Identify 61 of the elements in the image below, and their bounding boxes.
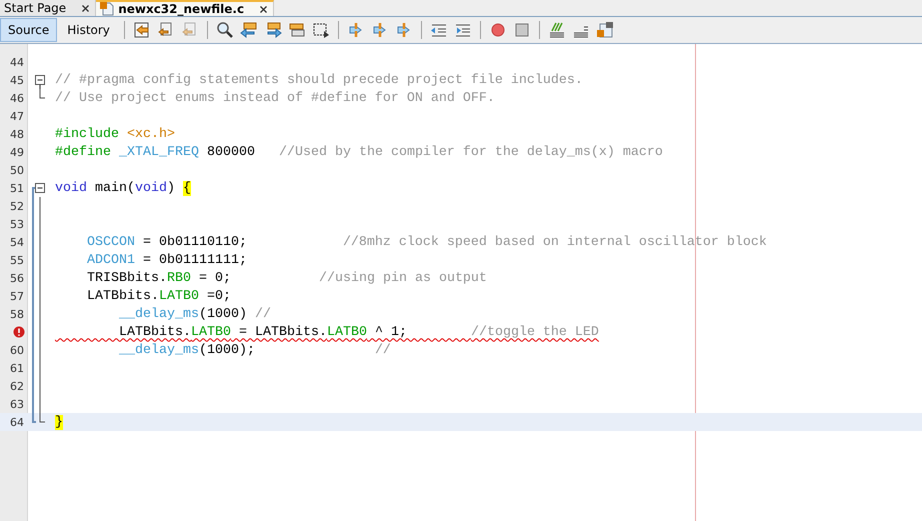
line-number: 57 bbox=[9, 290, 25, 302]
line-number: 46 bbox=[9, 92, 25, 104]
code-line: ADCON1 = 0b01111111; bbox=[86, 252, 247, 268]
code-line: void main(void) { bbox=[55, 180, 191, 196]
toggle-highlight-icon[interactable] bbox=[288, 21, 306, 39]
header-file-icon[interactable] bbox=[596, 21, 614, 39]
fold-line-icon bbox=[32, 377, 41, 395]
view-tab[interactable]: Source bbox=[0, 18, 58, 42]
line-number: 54 bbox=[9, 236, 25, 248]
fold-line-icon bbox=[32, 359, 41, 377]
record-macro-icon[interactable] bbox=[488, 21, 507, 39]
code-line: LATBbits.LATB0 =0; bbox=[86, 288, 231, 304]
comment-icon[interactable] bbox=[548, 21, 566, 39]
line-number: 48 bbox=[9, 128, 25, 140]
fold-line-icon bbox=[32, 287, 41, 305]
code-line: // #pragma config statements should precede project file includes. bbox=[55, 72, 583, 88]
search-icon[interactable] bbox=[216, 21, 234, 39]
line-number: 61 bbox=[9, 362, 25, 374]
view-tab[interactable]: History bbox=[59, 18, 118, 42]
line-number: 63 bbox=[9, 398, 25, 410]
stop-macro-icon[interactable] bbox=[512, 21, 531, 39]
line-number: 49 bbox=[9, 146, 25, 158]
code-line: TRISBbits.RB0 = 0; //using pin as output bbox=[86, 270, 487, 286]
line-number: 62 bbox=[9, 380, 25, 392]
close-icon[interactable] bbox=[82, 4, 90, 12]
line-number: 58 bbox=[9, 308, 25, 320]
line-number: 60 bbox=[9, 344, 25, 356]
fold-line-icon bbox=[32, 341, 41, 359]
line-number: 52 bbox=[9, 200, 25, 212]
code-line: #include <xc.h> bbox=[55, 126, 175, 142]
code-line: #define _XTAL_FREQ 800000 //Used by the compiler for the delay_ms(x) macro bbox=[55, 144, 663, 160]
fold-line-icon bbox=[32, 233, 41, 251]
selection-icon[interactable] bbox=[312, 21, 330, 39]
fold-line-icon bbox=[32, 323, 41, 341]
line-number: 51 bbox=[9, 182, 25, 194]
error-icon[interactable] bbox=[13, 326, 25, 338]
fold-line-icon bbox=[32, 215, 41, 233]
fold-line-icon bbox=[32, 251, 41, 269]
fold-line-icon bbox=[32, 395, 41, 413]
line-number: 55 bbox=[9, 254, 25, 266]
line-number: 44 bbox=[9, 56, 25, 68]
editor-tab[interactable]: newxc32_newfile.c bbox=[96, 0, 274, 16]
fold-line-icon bbox=[32, 197, 41, 215]
line-number: 56 bbox=[9, 272, 25, 284]
previous-occurrence-icon[interactable] bbox=[240, 21, 258, 39]
fold-line-icon bbox=[32, 305, 41, 323]
fold-collapse-icon[interactable] bbox=[32, 183, 45, 197]
fold-line-icon bbox=[32, 269, 41, 287]
fold-collapse-icon[interactable] bbox=[35, 75, 45, 89]
code-line: __delay_ms(1000); // bbox=[118, 342, 391, 358]
code-line: // Use project enums instead of #define for ON and OFF. bbox=[55, 90, 495, 106]
line-number: 47 bbox=[9, 110, 25, 122]
code-line: __delay_ms(1000) // bbox=[118, 306, 271, 322]
line-number: 45 bbox=[9, 74, 25, 86]
editor-tab[interactable]: Start Page bbox=[0, 0, 96, 16]
code-line: LATBbits.LATB0 = LATBbits.LATB0 ^ 1; //toggle the LED bbox=[118, 324, 599, 340]
line-number: 53 bbox=[9, 218, 25, 230]
line-number: 64 bbox=[9, 416, 25, 428]
last-edit-icon[interactable] bbox=[132, 21, 151, 39]
line-number: 50 bbox=[9, 164, 25, 176]
close-icon[interactable] bbox=[260, 6, 268, 12]
